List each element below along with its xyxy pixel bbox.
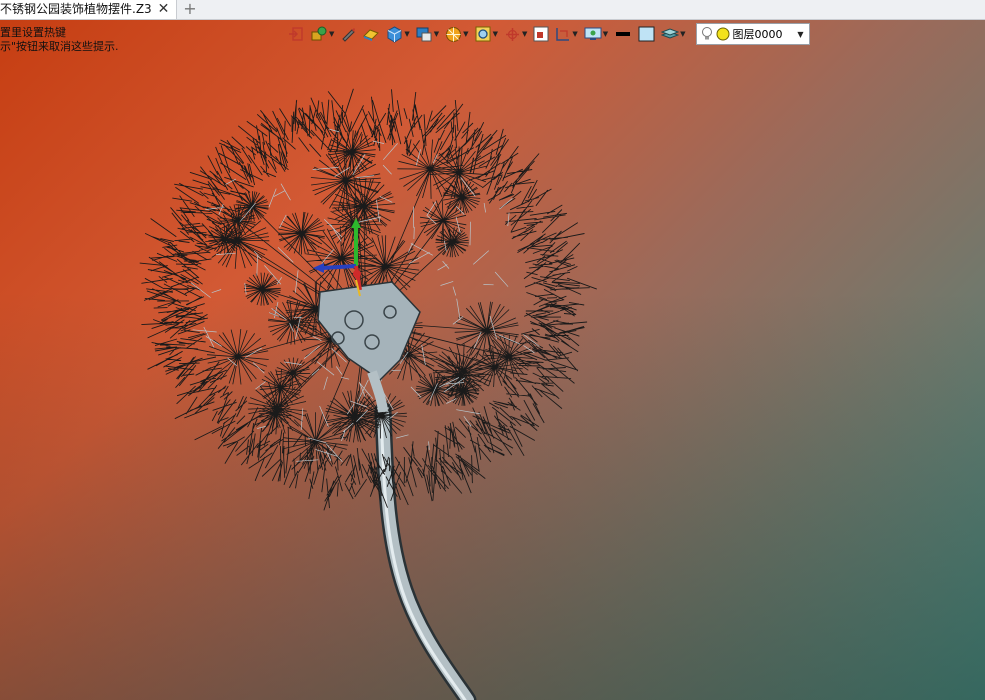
fill-color-icon [638,26,655,42]
chevron-down-icon: ▼ [404,30,410,38]
document-tab[interactable]: 不锈钢公园装饰植物摆件.Z3 ✕ [0,0,177,19]
chevron-down-icon: ▼ [329,30,335,38]
hint-line-1: 置里设置热键 [0,26,66,39]
import-icon [289,27,303,41]
shading-icon [416,27,432,41]
line-color-icon [616,32,631,36]
layer-color-dot-icon [716,27,730,41]
3d-viewport[interactable]: 置里设置热键 示"按钮来取消这些提示. ▼ ▼ ▼ ▼ ▼ ▼ ▼ ▼ ▼ 图层… [0,20,985,700]
box-select-button[interactable] [533,23,549,45]
eraser-button[interactable] [362,23,380,45]
zoom-fit-icon [475,26,491,41]
stem [377,404,474,700]
view-toolbar: ▼ ▼ ▼ ▼ ▼ ▼ ▼ ▼ ▼ 图层0000 ▼ [288,23,810,45]
eraser-icon [363,29,380,41]
assembly-button[interactable]: ▼ [310,23,334,45]
chevron-down-icon: ▼ [463,30,469,38]
import-button[interactable] [288,23,304,45]
new-tab-button[interactable]: + [183,0,197,19]
filter-icon [446,26,462,42]
stem-highlight [379,410,467,700]
chevron-down-icon: ▼ [797,29,804,39]
chevron-down-icon: ▼ [572,30,578,38]
sketch-button[interactable] [340,23,356,45]
section-icon [556,28,570,41]
hint-line-2: 示"按钮来取消这些提示. [0,40,119,53]
close-icon[interactable]: ✕ [158,0,170,19]
cube-view-icon [387,25,402,43]
sketch-pen-icon [342,28,356,42]
chevron-down-icon: ▼ [521,30,528,38]
layer-manager-button[interactable]: ▼ [661,23,686,45]
axis-icon [505,27,519,41]
layer-select-value: 图层0000 [732,28,783,41]
layer-select[interactable]: 图层0000 ▼ [695,23,810,45]
section-button[interactable]: ▼ [555,23,578,45]
app-window: 不锈钢公园装饰植物摆件.Z3 ✕ + 置里设置热键 示"按钮来取消这些提示. ▼ [0,0,985,700]
zoom-fit-button[interactable]: ▼ [475,23,498,45]
chevron-down-icon: ▼ [492,30,498,38]
document-tab-bar: 不锈钢公园装饰植物摆件.Z3 ✕ + [0,0,985,20]
fill-color-button[interactable] [638,23,655,45]
chevron-down-icon: ▼ [680,30,686,38]
cube-view-button[interactable]: ▼ [386,23,410,45]
hint-text: 置里设置热键 示"按钮来取消这些提示. [0,26,119,54]
line-color-button[interactable] [614,23,632,45]
lightbulb-icon [701,27,712,40]
box-select-icon [533,26,549,42]
dandelion-model [139,88,597,700]
document-tab-title: 不锈钢公园装饰植物摆件.Z3 [0,2,152,16]
axis-button[interactable]: ▼ [504,23,527,45]
layer-stack-icon [661,28,680,39]
chevron-down-icon: ▼ [433,30,440,38]
display-button[interactable]: ▼ [584,23,608,45]
assembly-icon [311,26,327,41]
display-icon [584,27,602,40]
chevron-down-icon: ▼ [602,30,609,38]
shading-button[interactable]: ▼ [416,23,439,45]
filter-button[interactable]: ▼ [445,23,469,45]
